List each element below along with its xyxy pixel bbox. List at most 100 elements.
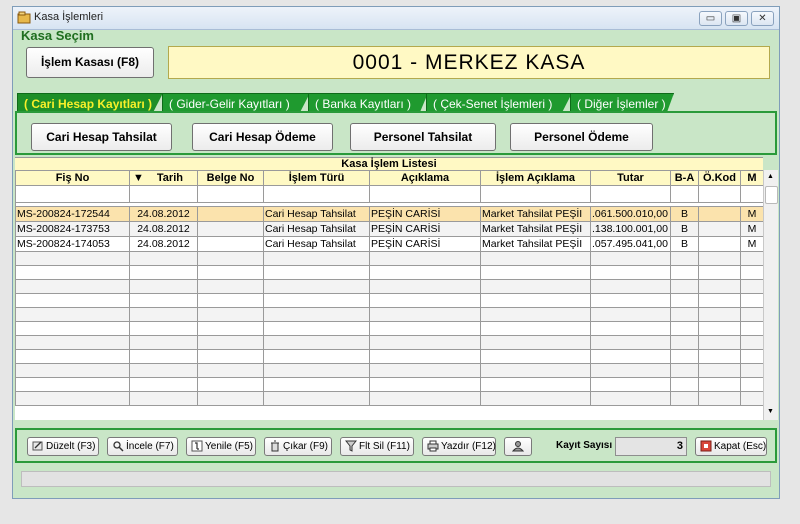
bottom-toolbar: Düzelt (F3) İncele (F7) Yenile (F5) Çıka… xyxy=(15,428,777,463)
cell-islem-aciklama: Market Tahsilat PEŞİI xyxy=(480,206,591,222)
close-icon: ✕ xyxy=(758,13,767,24)
cell-o-kod xyxy=(698,221,741,237)
trash-icon xyxy=(271,440,279,452)
cell-m: M xyxy=(740,221,763,237)
filter-cell[interactable] xyxy=(740,185,763,203)
cell-aciklama: PEŞİN CARİSİ xyxy=(369,236,481,252)
window-title: Kasa İşlemleri xyxy=(34,11,104,23)
filter-cell[interactable] xyxy=(15,185,130,203)
current-kasa-display: 0001 - MERKEZ KASA xyxy=(168,46,770,79)
scroll-down-icon[interactable]: ▼ xyxy=(767,408,774,415)
empty-row xyxy=(15,279,763,294)
filter-cell[interactable] xyxy=(197,185,264,203)
empty-rows xyxy=(15,251,763,406)
cell-belge-no xyxy=(197,236,264,252)
cikar-button[interactable]: Çıkar (F9) xyxy=(264,437,332,456)
table-row[interactable]: MS-200824-172544 24.08.2012 Cari Hesap T… xyxy=(15,206,763,222)
table-row[interactable]: MS-200824-174053 24.08.2012 Cari Hesap T… xyxy=(15,236,763,252)
cari-hesap-odeme-button[interactable]: Cari Hesap Ödeme xyxy=(192,123,333,151)
col-o-kod[interactable]: Ö.Kod xyxy=(698,170,741,186)
tab-cek-senet-islemleri[interactable]: ( Çek-Senet İşlemleri ) xyxy=(426,93,572,113)
filter-cell[interactable] xyxy=(590,185,671,203)
filter-cell[interactable] xyxy=(480,185,591,203)
cari-hesap-actions-panel: Cari Hesap Tahsilat Cari Hesap Ödeme Per… xyxy=(15,111,777,155)
close-button[interactable]: ✕ xyxy=(751,11,774,26)
cell-belge-no xyxy=(197,206,264,222)
empty-row xyxy=(15,349,763,364)
user-button[interactable] xyxy=(504,437,532,456)
cell-tarih: 24.08.2012 xyxy=(129,221,198,237)
restore-button[interactable]: ▣ xyxy=(725,11,748,26)
empty-row xyxy=(15,307,763,322)
filter-cell[interactable] xyxy=(129,185,198,203)
kasa-islem-grid: Fiş No ▼ Tarih Belge No İşlem Türü Açıkla… xyxy=(15,170,763,420)
col-belge-no[interactable]: Belge No xyxy=(197,170,264,186)
flt-sil-button[interactable]: Flt Sil (F11) xyxy=(340,437,414,456)
filter-icon xyxy=(345,440,357,452)
cell-fis-no: MS-200824-172544 xyxy=(15,206,130,222)
search-icon xyxy=(113,441,124,452)
sort-down-icon: ▼ xyxy=(133,171,144,184)
cell-aciklama: PEŞİN CARİSİ xyxy=(369,221,481,237)
tab-banka-kayitlari[interactable]: ( Banka Kayıtları ) xyxy=(308,93,428,113)
cell-b-a: B xyxy=(670,221,699,237)
empty-row xyxy=(15,321,763,336)
cell-fis-no: MS-200824-173753 xyxy=(15,221,130,237)
islem-kasasi-button[interactable]: İşlem Kasası (F8) xyxy=(26,47,154,78)
scroll-up-icon[interactable]: ▲ xyxy=(767,173,774,180)
title-bar: Kasa İşlemleri ▭ ▣ ✕ xyxy=(13,7,779,30)
minimize-button[interactable]: ▭ xyxy=(699,11,722,26)
kapat-label: Kapat (Esc) xyxy=(714,441,767,452)
col-fis-no[interactable]: Fiş No xyxy=(15,170,130,186)
edit-icon xyxy=(32,441,43,451)
col-tutar[interactable]: Tutar xyxy=(590,170,671,186)
table-row[interactable]: MS-200824-173753 24.08.2012 Cari Hesap T… xyxy=(15,221,763,237)
col-tarih[interactable]: ▼ Tarih xyxy=(129,170,198,186)
duzelt-button[interactable]: Düzelt (F3) xyxy=(27,437,99,456)
restore-icon: ▣ xyxy=(731,13,742,24)
col-b-a[interactable]: B-A xyxy=(670,170,699,186)
yazdir-label: Yazdır (F12) xyxy=(441,441,496,452)
empty-row xyxy=(15,265,763,280)
grid-vertical-scrollbar[interactable]: ▲ ▼ xyxy=(763,170,778,420)
col-islem-turu[interactable]: İşlem Türü xyxy=(263,170,370,186)
cell-o-kod xyxy=(698,206,741,222)
yenile-button[interactable]: Yenile (F5) xyxy=(186,437,256,456)
tab-gider-gelir-kayitlari[interactable]: ( Gider-Gelir Kayıtları ) xyxy=(162,93,310,113)
personel-odeme-button[interactable]: Personel Ödeme xyxy=(510,123,653,151)
cell-belge-no xyxy=(197,221,264,237)
yenile-label: Yenile (F5) xyxy=(205,441,253,452)
filter-cell[interactable] xyxy=(369,185,481,203)
cell-tarih: 24.08.2012 xyxy=(129,236,198,252)
personel-tahsilat-button[interactable]: Personel Tahsilat xyxy=(350,123,496,151)
kasa-secim-label: Kasa Seçim xyxy=(21,28,94,43)
cell-islem-aciklama: Market Tahsilat PEŞİI xyxy=(480,236,591,252)
tab-cari-hesap-kayitlari[interactable]: ( Cari Hesap Kayıtları ) xyxy=(17,93,163,113)
minimize-icon: ▭ xyxy=(705,13,716,24)
cell-islem-turu: Cari Hesap Tahsilat xyxy=(263,221,370,237)
empty-row xyxy=(15,363,763,378)
col-tarih-label: Tarih xyxy=(156,171,183,184)
cell-tutar: .061.500.010,00 xyxy=(590,206,671,222)
scroll-thumb[interactable] xyxy=(765,186,778,204)
tab-diger-islemler[interactable]: ( Diğer İşlemler ) xyxy=(570,93,674,113)
empty-row xyxy=(15,377,763,392)
status-bar xyxy=(21,471,771,487)
kapat-button[interactable]: Kapat (Esc) xyxy=(695,437,767,456)
filter-cell[interactable] xyxy=(698,185,741,203)
filter-cell[interactable] xyxy=(263,185,370,203)
filter-row xyxy=(15,185,763,203)
empty-row xyxy=(15,293,763,308)
filter-cell[interactable] xyxy=(670,185,699,203)
duzelt-label: Düzelt (F3) xyxy=(46,441,96,452)
col-m[interactable]: M xyxy=(740,170,763,186)
col-aciklama[interactable]: Açıklama xyxy=(369,170,481,186)
yazdir-button[interactable]: Yazdır (F12) xyxy=(422,437,496,456)
grid-title: Kasa İşlem Listesi xyxy=(15,157,763,171)
cell-islem-turu: Cari Hesap Tahsilat xyxy=(263,206,370,222)
flt-sil-label: Flt Sil (F11) xyxy=(359,441,410,452)
empty-row xyxy=(15,335,763,350)
cari-hesap-tahsilat-button[interactable]: Cari Hesap Tahsilat xyxy=(31,123,172,151)
col-islem-aciklama[interactable]: İşlem Açıklama xyxy=(480,170,591,186)
incele-button[interactable]: İncele (F7) xyxy=(107,437,178,456)
